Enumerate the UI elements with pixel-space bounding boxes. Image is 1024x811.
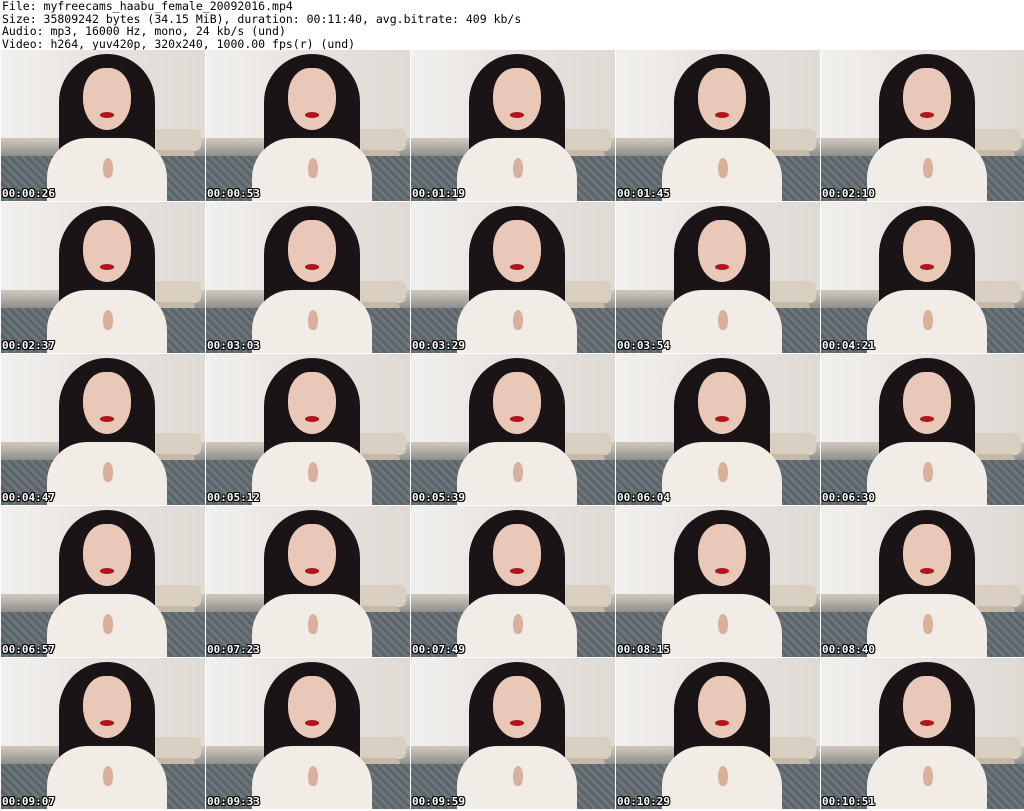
audio-info-line: Audio: mp3, 16000 Hz, mono, 24 kb/s (und… <box>2 24 286 38</box>
file-name-line: File: myfreecams_haabu_female_20092016.m… <box>2 0 293 13</box>
video-thumbnail[interactable]: 00:00:26 <box>1 50 205 201</box>
video-thumbnail[interactable]: 00:03:03 <box>206 202 410 353</box>
video-info-line: Video: h264, yuv420p, 320x240, 1000.00 f… <box>2 36 356 50</box>
video-thumbnail[interactable]: 00:06:57 <box>1 506 205 657</box>
video-thumbnail[interactable]: 00:01:19 <box>411 50 615 201</box>
thumbnail-timestamp: 00:00:53 <box>207 187 260 200</box>
thumbnail-timestamp: 00:04:47 <box>2 491 55 504</box>
video-thumbnail[interactable]: 00:08:40 <box>821 506 1024 657</box>
thumbnail-timestamp: 00:00:26 <box>2 187 55 200</box>
video-thumbnail[interactable]: 00:06:30 <box>821 354 1024 505</box>
thumbnail-timestamp: 00:08:15 <box>617 643 670 656</box>
video-thumbnail[interactable]: 00:04:47 <box>1 354 205 505</box>
thumbnail-timestamp: 00:05:39 <box>412 491 465 504</box>
video-thumbnail[interactable]: 00:04:21 <box>821 202 1024 353</box>
video-thumbnail[interactable]: 00:03:29 <box>411 202 615 353</box>
thumbnail-timestamp: 00:09:33 <box>207 795 260 808</box>
thumbnail-timestamp: 00:03:54 <box>617 339 670 352</box>
thumbnail-timestamp: 00:02:37 <box>2 339 55 352</box>
video-thumbnail[interactable]: 00:08:15 <box>616 506 820 657</box>
video-thumbnail[interactable]: 00:10:51 <box>821 658 1024 809</box>
thumbnail-timestamp: 00:06:04 <box>617 491 670 504</box>
thumbnail-timestamp: 00:10:29 <box>617 795 670 808</box>
thumbnail-timestamp: 00:07:49 <box>412 643 465 656</box>
video-thumbnail[interactable]: 00:02:37 <box>1 202 205 353</box>
thumbnail-grid: 00:00:26 00:00:53 00:01:19 00:01:45 00:0… <box>0 50 1024 811</box>
thumbnail-timestamp: 00:10:51 <box>822 795 875 808</box>
video-thumbnail[interactable]: 00:07:23 <box>206 506 410 657</box>
video-thumbnail[interactable]: 00:05:12 <box>206 354 410 505</box>
video-thumbnail[interactable]: 00:06:04 <box>616 354 820 505</box>
video-thumbnail[interactable]: 00:09:07 <box>1 658 205 809</box>
thumbnail-timestamp: 00:01:19 <box>412 187 465 200</box>
file-info-header: File: myfreecams_haabu_female_20092016.m… <box>2 0 1022 50</box>
thumbnail-timestamp: 00:06:30 <box>822 491 875 504</box>
thumbnail-timestamp: 00:01:45 <box>617 187 670 200</box>
thumbnail-timestamp: 00:03:29 <box>412 339 465 352</box>
thumbnail-timestamp: 00:05:12 <box>207 491 260 504</box>
thumbnail-timestamp: 00:02:10 <box>822 187 875 200</box>
thumbnail-timestamp: 00:07:23 <box>207 643 260 656</box>
video-thumbnail[interactable]: 00:05:39 <box>411 354 615 505</box>
thumbnail-timestamp: 00:09:07 <box>2 795 55 808</box>
thumbnail-timestamp: 00:08:40 <box>822 643 875 656</box>
video-thumbnail[interactable]: 00:09:33 <box>206 658 410 809</box>
thumbnail-timestamp: 00:04:21 <box>822 339 875 352</box>
video-thumbnail[interactable]: 00:09:59 <box>411 658 615 809</box>
thumbnail-timestamp: 00:06:57 <box>2 643 55 656</box>
video-thumbnail[interactable]: 00:00:53 <box>206 50 410 201</box>
thumbnail-timestamp: 00:03:03 <box>207 339 260 352</box>
video-thumbnail[interactable]: 00:07:49 <box>411 506 615 657</box>
video-thumbnail[interactable]: 00:02:10 <box>821 50 1024 201</box>
video-thumbnail[interactable]: 00:01:45 <box>616 50 820 201</box>
video-thumbnail[interactable]: 00:10:29 <box>616 658 820 809</box>
thumbnail-timestamp: 00:09:59 <box>412 795 465 808</box>
video-thumbnail[interactable]: 00:03:54 <box>616 202 820 353</box>
